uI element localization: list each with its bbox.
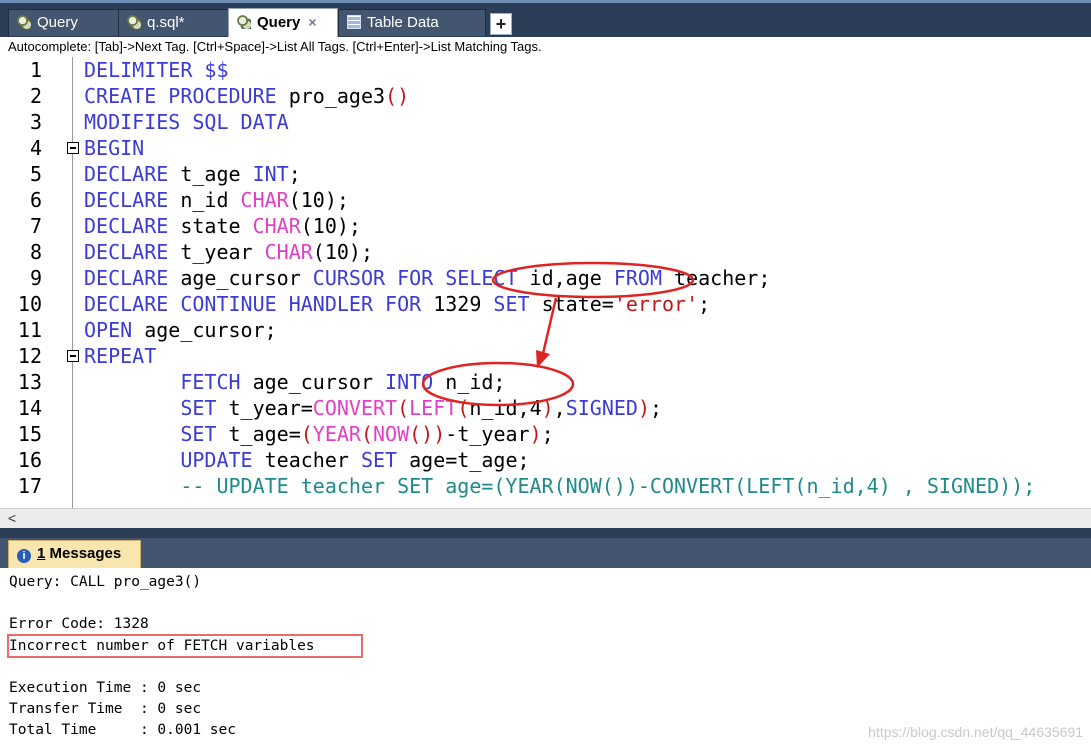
message-query: Query: CALL pro_age3() [9,574,202,590]
watermark: https://blog.csdn.net/qq_44635691 [868,724,1083,740]
message-error-text: Incorrect number of FETCH variables [9,638,315,654]
tab-messages[interactable]: i1 Messages [8,540,141,568]
messages-panel: Query: CALL pro_age3() Error Code: 1328 … [0,568,1091,748]
scroll-left-icon[interactable]: < [8,510,16,526]
annotation-ellipse-into [421,361,575,407]
info-icon: i [17,549,31,563]
message-error-code: Error Code: 1328 [9,616,149,632]
message-transfer-time: Transfer Time : 0 sec [9,701,202,717]
message-total-time: Total Time : 0.001 sec [9,722,236,738]
messages-count: 1 [37,545,46,562]
messages-tab-label: Messages [49,545,122,562]
message-execution-time: Execution Time : 0 sec [9,680,202,696]
horizontal-scrollbar[interactable]: < [0,508,1091,528]
annotation-ellipse-select [491,261,695,299]
results-tab-bar: i1 Messages [0,538,1091,568]
annotation-arrowhead [536,350,550,368]
pane-splitter[interactable] [0,528,1091,538]
annotation-arrow-line [540,297,558,359]
